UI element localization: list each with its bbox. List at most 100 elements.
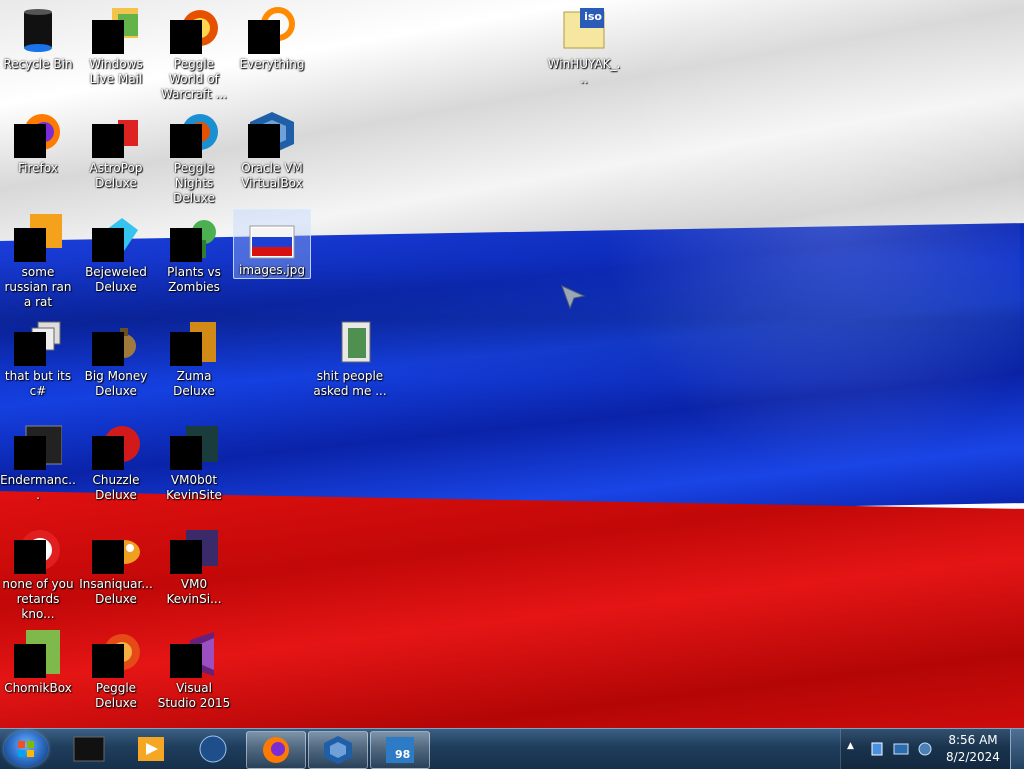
desktop-icon-vm0-kevinsite[interactable]: VM0 KevinSi... xyxy=(156,526,232,607)
globe-icon xyxy=(199,735,227,763)
desktop-icon-bejeweled[interactable]: Bejeweled Deluxe xyxy=(78,214,154,295)
redacted-block xyxy=(92,436,124,470)
redacted-block xyxy=(170,228,202,262)
app-icon xyxy=(170,526,218,574)
redacted-block xyxy=(14,124,46,158)
redacted-block xyxy=(92,332,124,366)
folder-icon xyxy=(326,318,374,366)
game-icon xyxy=(92,110,140,158)
redacted-block xyxy=(14,540,46,574)
taskbar-item-media-player[interactable] xyxy=(122,731,180,767)
game-icon xyxy=(92,422,140,470)
money-bag-icon xyxy=(92,318,140,366)
app-icon xyxy=(14,526,62,574)
win98-badge: 98 xyxy=(395,748,411,761)
game-icon xyxy=(170,318,218,366)
monitor-icon[interactable] xyxy=(893,741,909,757)
gem-icon xyxy=(92,214,140,262)
taskbar-item-firefox[interactable] xyxy=(246,731,306,769)
redacted-block xyxy=(170,540,202,574)
desktop-icon-peggle-wow[interactable]: Peggle World of Warcraft ... xyxy=(156,6,232,102)
game-icon xyxy=(170,6,218,54)
visual-studio-icon xyxy=(170,630,218,678)
show-desktop-button[interactable] xyxy=(1010,729,1024,769)
iso-file-icon: iso xyxy=(560,6,608,54)
taskbar-item-windows-98[interactable]: 98 xyxy=(370,731,430,769)
file-icon xyxy=(14,214,62,262)
clock-date: 8/2/2024 xyxy=(946,750,1000,764)
desktop-icon-big-money[interactable]: Big Money Deluxe xyxy=(78,318,154,399)
app-icon xyxy=(14,422,63,470)
virtualbox-icon xyxy=(324,736,352,764)
redacted-block xyxy=(14,644,46,678)
terminal-icon xyxy=(73,736,105,762)
desktop-icon-recycle-bin[interactable]: Recycle Bin xyxy=(0,6,76,72)
desktop-icon-windows-live-mail[interactable]: Windows Live Mail xyxy=(78,6,154,87)
redacted-block xyxy=(92,20,124,54)
redacted-block xyxy=(92,124,124,158)
desktop-icon-that-but-its-csharp[interactable]: that but its c# xyxy=(0,318,76,399)
desktop-icon-firefox[interactable]: Firefox xyxy=(0,110,76,176)
redacted-block xyxy=(170,124,202,158)
desktop-icon-virtualbox[interactable]: Oracle VM VirtualBox xyxy=(234,110,310,191)
desktop-icon-folder[interactable]: shit people asked me ... xyxy=(312,318,388,399)
image-file-icon xyxy=(248,224,296,260)
clock-time: 8:56 AM xyxy=(948,733,998,747)
windows-logo-icon xyxy=(18,741,34,757)
redacted-block xyxy=(14,332,46,366)
desktop-icon-astropop[interactable]: AstroPop Deluxe xyxy=(78,110,154,191)
desktop-icon-plants-vs-zombies[interactable]: Plants vs Zombies xyxy=(156,214,232,295)
redacted-block xyxy=(170,644,202,678)
tray-clock[interactable]: 8:56 AM 8/2/2024 xyxy=(938,732,1008,766)
desktop-icon-winhuyak-iso[interactable]: iso WinHUYAK_... xyxy=(546,6,622,87)
document-stack-icon xyxy=(14,318,62,366)
mail-icon xyxy=(92,6,140,54)
redacted-block xyxy=(170,20,202,54)
desktop-icon-images-jpg[interactable]: images.jpg xyxy=(233,209,311,279)
tray-expand-icon[interactable]: ▲ xyxy=(847,741,854,751)
redacted-block xyxy=(248,124,280,158)
redacted-block xyxy=(248,20,280,54)
desktop-icon-chuzzle[interactable]: Chuzzle Deluxe xyxy=(78,422,154,503)
fish-icon xyxy=(92,526,140,574)
plant-icon xyxy=(170,214,218,262)
desktop-icon-insaniquarium[interactable]: Insaniquar... Deluxe xyxy=(78,526,154,607)
mouse-cursor-icon xyxy=(560,284,586,314)
iso-badge: iso xyxy=(584,10,602,23)
virtualbox-icon xyxy=(248,110,296,158)
desktop-icon-some-russian[interactable]: some russian ran a rat xyxy=(0,214,76,310)
redacted-block xyxy=(92,540,124,574)
search-icon xyxy=(248,6,296,54)
redacted-block xyxy=(92,644,124,678)
desktop-icon-peggle-deluxe[interactable]: Peggle Deluxe xyxy=(78,630,154,711)
game-icon xyxy=(170,110,218,158)
network-icon[interactable] xyxy=(869,741,885,757)
media-player-icon xyxy=(138,737,164,761)
taskbar-item-cmd[interactable] xyxy=(60,731,118,767)
taskbar-item-virtualbox[interactable] xyxy=(308,731,368,769)
desktop-icon-vm0b0t[interactable]: VM0b0t KevinSite xyxy=(156,422,232,503)
desktop-icon-endermanch[interactable]: Endermanc... xyxy=(0,422,76,503)
taskbar: 98 ▲ 8:56 AM 8/2/2024 xyxy=(0,728,1024,769)
chomikbox-icon xyxy=(14,630,62,678)
game-icon xyxy=(92,630,140,678)
desktop-icon-none-of-you[interactable]: none of you retards kno... xyxy=(0,526,76,622)
redacted-block xyxy=(92,228,124,262)
recycle-bin-icon xyxy=(14,6,62,54)
redacted-block xyxy=(170,436,202,470)
start-button[interactable] xyxy=(4,731,48,767)
firefox-icon xyxy=(14,110,62,158)
desktop-wallpaper: Recycle Bin Firefox some russian ran a r… xyxy=(0,0,1024,728)
redacted-block xyxy=(170,332,202,366)
desktop-icon-everything[interactable]: Everything xyxy=(234,6,310,72)
taskbar-item-globe[interactable] xyxy=(184,731,242,767)
firefox-icon xyxy=(263,737,289,763)
desktop-icon-visual-studio[interactable]: Visual Studio 2015 xyxy=(156,630,232,711)
desktop-icon-peggle-nights[interactable]: Peggle Nights Deluxe xyxy=(156,110,232,206)
redacted-block xyxy=(14,228,46,262)
volume-icon[interactable] xyxy=(917,741,933,757)
redacted-block xyxy=(14,436,46,470)
app-icon xyxy=(170,422,218,470)
desktop-icon-zuma[interactable]: Zuma Deluxe xyxy=(156,318,232,399)
desktop-icon-chomikbox[interactable]: ChomikBox xyxy=(0,630,76,696)
